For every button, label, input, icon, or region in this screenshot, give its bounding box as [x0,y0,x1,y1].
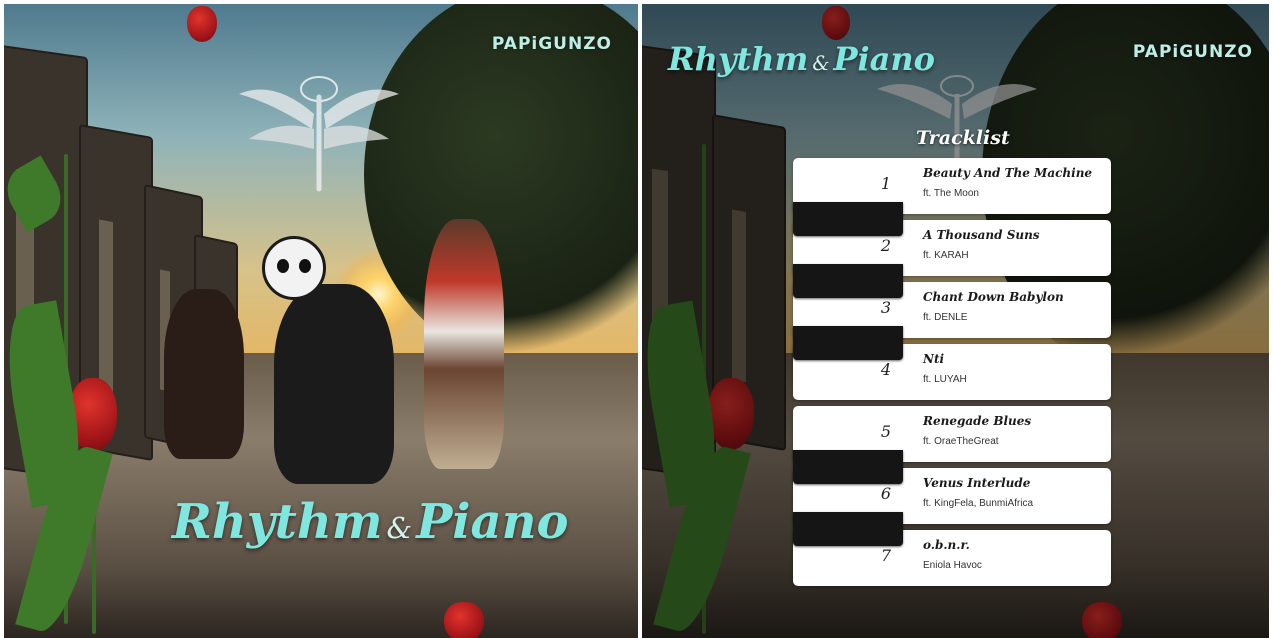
track-featuring: Eniola Havoc [923,560,982,571]
artist-logo: PAPiGUNZO [1132,42,1253,62]
album-title-rhythm: Rhythm [172,494,383,550]
angel-cloud-icon [239,76,399,192]
track-number: 5 [880,422,892,441]
panda-figure-body [274,284,394,484]
track-number: 6 [880,484,892,503]
album-title-piano: Piano [416,494,569,550]
track-number: 1 [880,174,892,193]
tulip-icon [1082,602,1122,638]
black-piano-key [793,202,903,236]
album-title-amp: & [386,511,413,545]
tracklist-album-title: Rhythm & Piano [668,40,935,78]
track-featuring: ft. LUYAH [923,374,967,385]
black-piano-key [793,326,903,360]
tulip-icon [444,602,484,638]
track-featuring: ft. KARAH [923,250,969,261]
artist-logo: PAPiGUNZO [491,34,612,54]
track-title: Chant Down Babylon [923,290,1064,304]
track-number: 4 [880,360,892,379]
panda-head [262,236,326,300]
track-title: o.b.n.r. [923,538,970,552]
black-piano-key [793,264,903,298]
track-featuring: ft. KingFela, BunmiAfrica [923,498,1034,509]
tulip-icon [708,378,754,450]
standing-woman-figure [424,219,504,469]
angel-cloud-icon [877,75,1037,159]
track-featuring: ft. OraeTheGreat [923,436,999,447]
track-number: 2 [880,236,892,255]
track-title: Beauty And The Machine [923,166,1093,180]
track-title: Venus Interlude [923,476,1031,490]
tulip-icon [187,6,217,42]
tulip-icon [822,6,850,40]
track-featuring: ft. DENLE [923,312,968,323]
tracklist-title-rhythm: Rhythm [668,40,809,78]
track-title: Nti [923,352,945,366]
track-title: Renegade Blues [923,414,1032,428]
black-piano-key [793,450,903,484]
track-title: A Thousand Suns [923,228,1040,242]
tracklist-title-piano: Piano [833,40,936,78]
album-title: Rhythm &Piano [172,494,569,550]
tracklist-title-amp: & [812,52,830,75]
album-cover: PAPiGUNZO Rhythm &Piano [4,4,638,638]
seated-woman-figure [164,289,244,459]
track-number: 3 [880,298,892,317]
black-piano-key [793,512,903,546]
track-featuring: ft. The Moon [923,188,979,199]
tracklist-heading: Tracklist [916,127,1010,149]
track-number: 7 [880,546,892,565]
